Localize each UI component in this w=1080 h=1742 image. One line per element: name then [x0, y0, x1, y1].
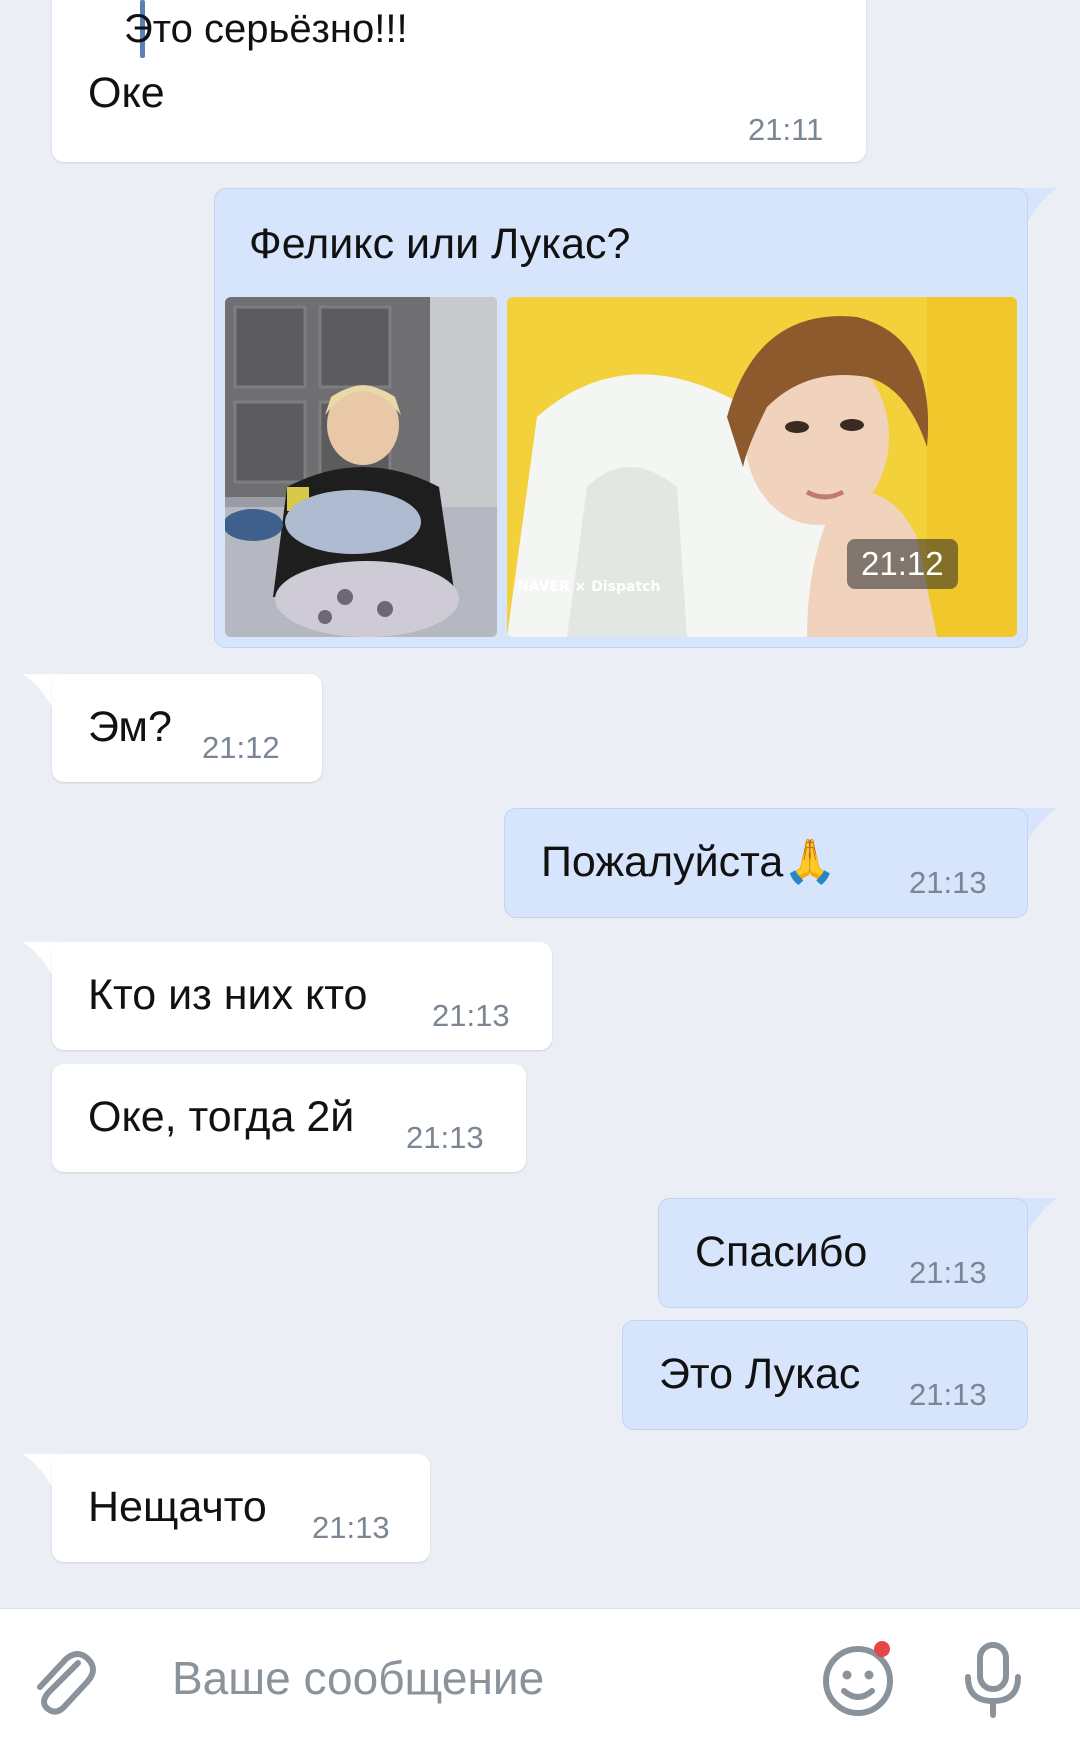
message-incoming[interactable]: Оке, тогда 2й 21:13: [52, 1064, 526, 1172]
message-outgoing-photos[interactable]: Феликс или Лукас? NAVER × Dispatch 21:12: [214, 188, 1028, 648]
message-text: Пожалуйста🙏: [541, 838, 837, 886]
message-incoming[interactable]: Это серьёзно!!! Оке 21:11: [52, 0, 866, 162]
message-incoming[interactable]: Кто из них кто 21:13: [52, 942, 552, 1050]
message-incoming[interactable]: Нещачто 21:13: [52, 1454, 430, 1562]
photo-lucas[interactable]: NAVER × Dispatch 21:12: [507, 297, 1017, 637]
message-input[interactable]: Ваше сообщение: [172, 1651, 544, 1705]
message-incoming[interactable]: Эм? 21:12: [52, 674, 322, 782]
photo-felix[interactable]: [225, 297, 497, 637]
message-text: Спасибо: [695, 1228, 868, 1276]
message-time: 21:13: [312, 1510, 390, 1545]
chat-screen: Это серьёзно!!! Оке 21:11 Феликс или Лук…: [0, 0, 1080, 1742]
message-time: 21:13: [909, 1377, 987, 1412]
message-time: 21:13: [432, 998, 510, 1033]
quoted-text: Это серьёзно!!!: [124, 7, 408, 51]
photo-felix-image: [225, 297, 497, 637]
message-time: 21:13: [909, 865, 987, 900]
message-text: Эм?: [88, 703, 172, 751]
message-time: 21:13: [406, 1120, 484, 1155]
photo-watermark: NAVER × Dispatch: [517, 579, 660, 595]
microphone-icon[interactable]: [958, 1639, 1028, 1724]
message-outgoing[interactable]: Это Лукас 21:13: [622, 1320, 1028, 1430]
message-outgoing[interactable]: Спасибо 21:13: [658, 1198, 1028, 1308]
message-text: Оке: [88, 69, 165, 117]
message-text: Кто из них кто: [88, 971, 368, 1019]
message-text: Нещачто: [88, 1483, 267, 1531]
notification-dot: [874, 1641, 890, 1657]
message-time: 21:11: [748, 112, 824, 147]
message-composer: Ваше сообщение: [0, 1608, 1080, 1742]
emoji-icon[interactable]: [818, 1639, 898, 1724]
message-text: Феликс или Лукас?: [249, 220, 631, 268]
message-text: Оке, тогда 2й: [88, 1093, 355, 1141]
message-text: Это Лукас: [659, 1350, 861, 1398]
paperclip-icon[interactable]: [22, 1641, 102, 1726]
message-time: 21:12: [202, 730, 280, 765]
photo-time: 21:12: [847, 539, 958, 589]
message-outgoing[interactable]: Пожалуйста🙏 21:13: [504, 808, 1028, 918]
message-time: 21:13: [909, 1255, 987, 1290]
